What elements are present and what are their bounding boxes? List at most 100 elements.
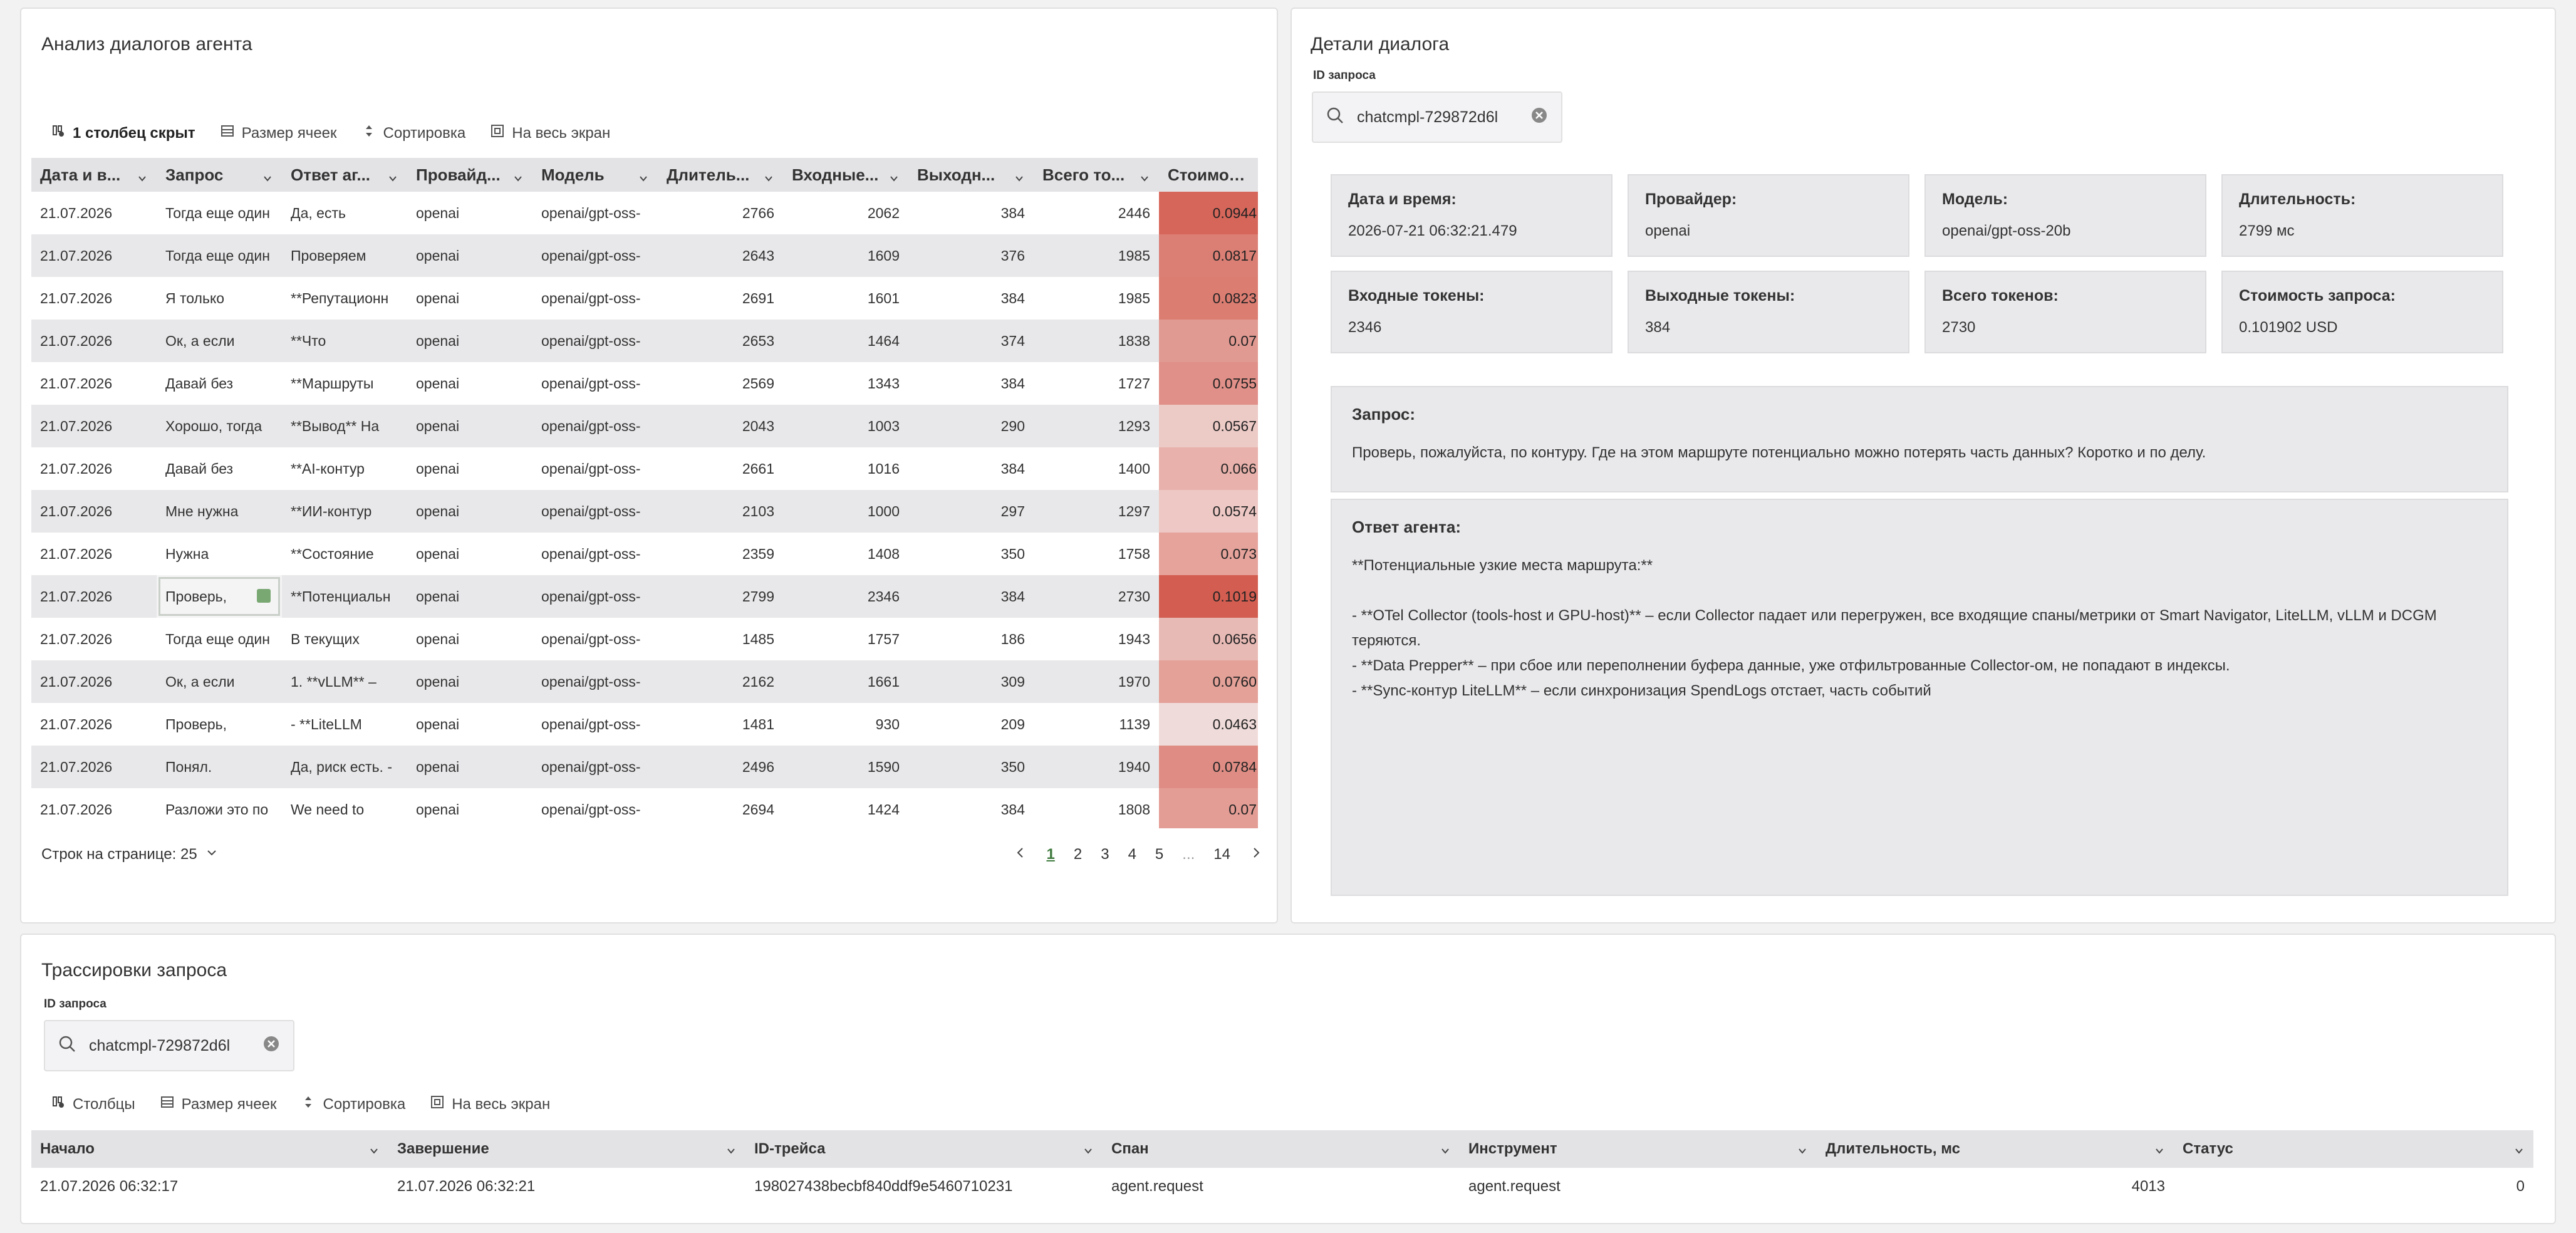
table-cell[interactable]: 2766 xyxy=(658,192,783,234)
table-cell[interactable]: 2162 xyxy=(658,660,783,703)
table-cell[interactable]: 1481 xyxy=(658,703,783,746)
table-row[interactable]: 21.07.2026 Я только **Репутационн openai ope… xyxy=(31,277,1258,320)
table-cell[interactable]: 0.0567 xyxy=(1159,405,1258,447)
table-cell[interactable]: 1808 xyxy=(1034,788,1159,828)
column-header[interactable]: Статус xyxy=(2174,1130,2533,1168)
column-header[interactable]: Инструмент xyxy=(1460,1130,1817,1168)
table-cell[interactable]: **Маршруты xyxy=(282,362,407,405)
table-cell[interactable]: 930 xyxy=(783,703,908,746)
table-cell[interactable]: 1. **vLLM** – xyxy=(282,660,407,703)
column-header[interactable]: Длительность, мс xyxy=(1817,1130,2174,1168)
table-row[interactable]: 21.07.2026 Ок, а если **Что openai openai/gp… xyxy=(31,320,1258,362)
table-cell[interactable]: Тогда еще один xyxy=(157,234,282,277)
table-cell[interactable]: 1601 xyxy=(783,277,908,320)
table-cell[interactable]: 384 xyxy=(908,277,1034,320)
table-cell[interactable]: openai xyxy=(407,405,532,447)
table-cell[interactable]: Давай без xyxy=(157,447,282,490)
trace-request-id-input[interactable]: chatcmpl-729872d6l xyxy=(89,1037,249,1055)
chevron-down-icon[interactable] xyxy=(1440,1143,1451,1155)
table-cell[interactable]: openai xyxy=(407,533,532,575)
table-cell[interactable]: **Репутационн xyxy=(282,277,407,320)
request-id-search[interactable]: chatcmpl-729872d6l xyxy=(1312,91,1562,143)
table-cell[interactable]: openai xyxy=(407,703,532,746)
table-cell[interactable]: 1293 xyxy=(1034,405,1159,447)
table-cell[interactable]: 1139 xyxy=(1034,703,1159,746)
table-cell[interactable]: 1838 xyxy=(1034,320,1159,362)
table-cell[interactable]: Да, есть xyxy=(282,192,407,234)
table-cell[interactable]: 1464 xyxy=(783,320,908,362)
table-cell[interactable]: 21.07.2026 xyxy=(31,362,157,405)
table-cell[interactable]: 1985 xyxy=(1034,234,1159,277)
page-button[interactable]: 5 xyxy=(1155,846,1163,863)
table-cell[interactable]: **Состояние xyxy=(282,533,407,575)
table-cell[interactable]: openai/gpt-oss- xyxy=(532,320,658,362)
table-row[interactable]: 21.07.2026 Давай без **Маршруты openai opena… xyxy=(31,362,1258,405)
chevron-down-icon[interactable] xyxy=(725,1143,737,1155)
table-row[interactable]: 21.07.2026 Давай без **AI-контур openai open… xyxy=(31,447,1258,490)
table-cell[interactable]: openai xyxy=(407,234,532,277)
table-cell[interactable]: Хорошо, тогда xyxy=(157,405,282,447)
table-cell[interactable]: We need to xyxy=(282,788,407,828)
table-cell[interactable]: Проверь, xyxy=(157,575,282,618)
table-cell[interactable]: 0.1019 xyxy=(1159,575,1258,618)
table-cell[interactable]: 376 xyxy=(908,234,1034,277)
page-button[interactable]: 14 xyxy=(1213,846,1230,863)
fullscreen-button[interactable]: На весь экран xyxy=(491,124,610,142)
table-cell[interactable]: 0.0823 xyxy=(1159,277,1258,320)
table-cell[interactable]: 384 xyxy=(908,575,1034,618)
table-cell[interactable]: 0.0463 xyxy=(1159,703,1258,746)
table-cell[interactable]: 209 xyxy=(908,703,1034,746)
table-cell[interactable]: 198027438becbf840ddf9e5460710231 xyxy=(745,1168,1103,1205)
table-cell[interactable]: 21.07.2026 xyxy=(31,234,157,277)
trace-fullscreen-button[interactable]: На весь экран xyxy=(430,1095,550,1113)
table-cell[interactable]: 21.07.2026 xyxy=(31,320,157,362)
table-cell[interactable]: **Что xyxy=(282,320,407,362)
table-cell[interactable]: Проверяем xyxy=(282,234,407,277)
table-cell[interactable]: - **LiteLLM xyxy=(282,703,407,746)
table-cell[interactable]: 350 xyxy=(908,533,1034,575)
chevron-down-icon[interactable] xyxy=(2513,1143,2525,1155)
table-cell[interactable]: 21.07.2026 xyxy=(31,703,157,746)
table-cell[interactable]: 384 xyxy=(908,362,1034,405)
table-cell[interactable]: 1727 xyxy=(1034,362,1159,405)
table-cell[interactable]: openai xyxy=(407,618,532,660)
table-cell[interactable]: 2730 xyxy=(1034,575,1159,618)
sort-button[interactable]: Сортировка xyxy=(362,124,465,142)
table-cell[interactable]: 2643 xyxy=(658,234,783,277)
table-cell[interactable]: openai/gpt-oss- xyxy=(532,703,658,746)
hidden-columns-button[interactable]: 1 столбец скрыт xyxy=(51,124,195,142)
table-cell[interactable]: openai xyxy=(407,575,532,618)
table-cell[interactable]: 21.07.2026 06:32:21 xyxy=(388,1168,745,1205)
cell-size-button[interactable]: Размер ячеек xyxy=(221,124,337,142)
table-cell[interactable]: Да, риск есть. - xyxy=(282,746,407,788)
table-cell[interactable]: 297 xyxy=(908,490,1034,533)
table-row[interactable]: 21.07.2026 06:32:17 21.07.2026 06:32:21 19… xyxy=(31,1168,2533,1205)
table-cell[interactable]: 1985 xyxy=(1034,277,1159,320)
chevron-down-icon[interactable] xyxy=(1139,169,1150,182)
table-cell[interactable]: 21.07.2026 xyxy=(31,746,157,788)
table-cell[interactable]: 2653 xyxy=(658,320,783,362)
table-cell[interactable]: **AI-контур xyxy=(282,447,407,490)
clear-icon[interactable] xyxy=(262,1034,281,1058)
page-button[interactable]: 2 xyxy=(1074,846,1082,863)
table-cell[interactable]: 1297 xyxy=(1034,490,1159,533)
chevron-down-icon[interactable] xyxy=(1014,169,1025,182)
table-cell[interactable]: 290 xyxy=(908,405,1034,447)
table-row[interactable]: 21.07.2026 Понял. Да, риск есть. - openai op… xyxy=(31,746,1258,788)
table-cell[interactable]: Нужна xyxy=(157,533,282,575)
table-cell[interactable]: openai xyxy=(407,746,532,788)
table-cell[interactable]: 1661 xyxy=(783,660,908,703)
table-cell[interactable]: openai/gpt-oss- xyxy=(532,405,658,447)
table-cell[interactable]: openai/gpt-oss- xyxy=(532,788,658,828)
table-cell[interactable]: openai/gpt-oss- xyxy=(532,234,658,277)
chevron-left-icon[interactable] xyxy=(1014,846,1027,864)
table-cell[interactable]: openai/gpt-oss- xyxy=(532,362,658,405)
table-cell[interactable]: openai/gpt-oss- xyxy=(532,490,658,533)
table-cell[interactable]: 0.07 xyxy=(1159,788,1258,828)
table-cell[interactable]: 374 xyxy=(908,320,1034,362)
table-cell[interactable]: 1343 xyxy=(783,362,908,405)
page-button[interactable]: 4 xyxy=(1128,846,1136,863)
table-cell[interactable]: 384 xyxy=(908,192,1034,234)
table-cell[interactable]: 384 xyxy=(908,447,1034,490)
column-header[interactable]: Ответ аг... xyxy=(282,158,407,192)
